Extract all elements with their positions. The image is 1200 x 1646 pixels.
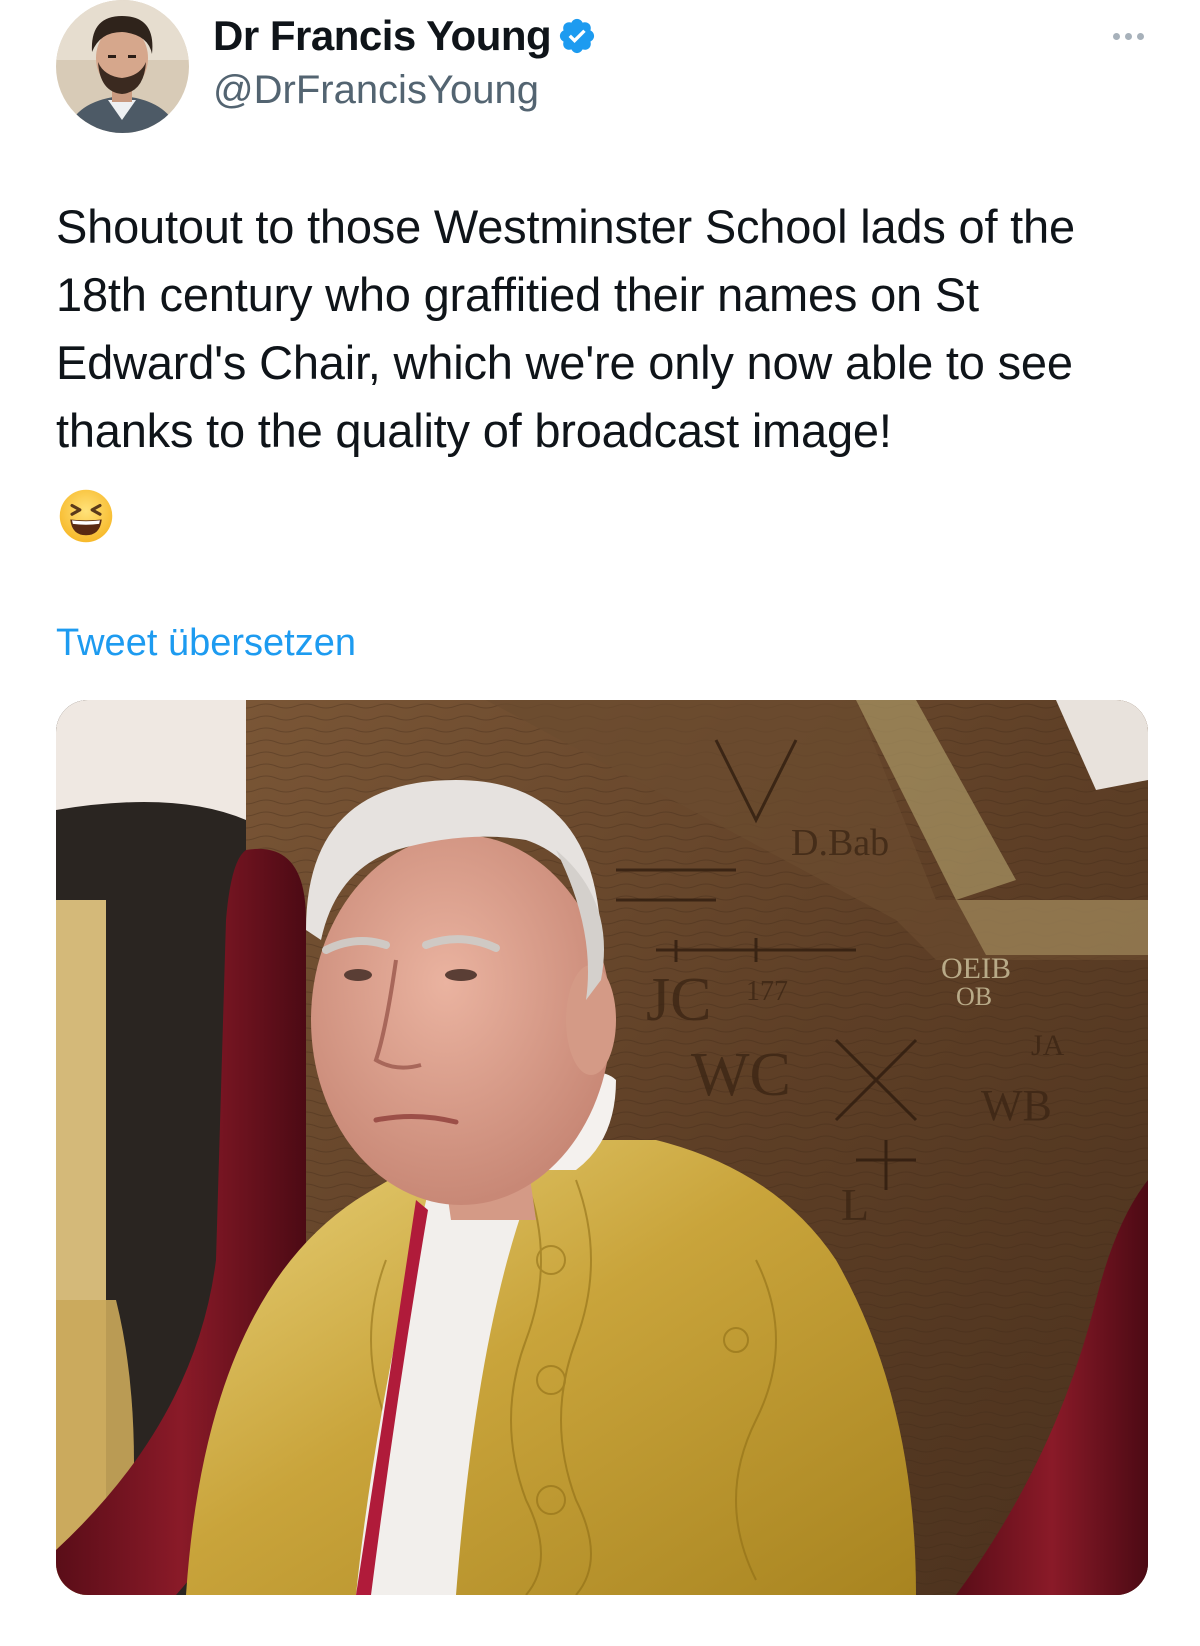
graffiti-text: JC [646,966,711,1034]
more-options-icon[interactable] [1100,22,1156,50]
author-display-name[interactable]: Dr Francis Young [213,12,552,60]
translate-tweet-link[interactable]: Tweet übersetzen [56,622,356,665]
graffiti-text: OEIB [941,952,1011,985]
tweet-photo[interactable]: D.Bab JC WC OEIB OB JA WB L 177 [56,700,1148,1595]
avatar-photo [56,0,189,133]
author-name-row[interactable]: Dr Francis Young [213,10,597,62]
verified-badge-icon [557,16,597,56]
author-handle[interactable]: @DrFrancisYoung [213,68,539,113]
graffiti-text: L [841,1179,869,1230]
grinning-squinting-face-emoji [58,488,114,544]
graffiti-text: WB [981,1081,1052,1130]
graffiti-text: 177 [746,976,788,1007]
graffiti-text: WC [691,1041,791,1109]
graffiti-text: JA [1031,1029,1065,1062]
tweet-text: Shoutout to those Westminster School lad… [56,200,1075,457]
tweet-header: Dr Francis Young @DrFrancisYoung [56,0,1156,140]
coronation-chair-photo: D.Bab JC WC OEIB OB JA WB L 177 [56,700,1148,1595]
graffiti-text: OB [956,982,992,1011]
graffiti-text: D.Bab [791,822,889,864]
author-avatar[interactable] [56,0,189,133]
